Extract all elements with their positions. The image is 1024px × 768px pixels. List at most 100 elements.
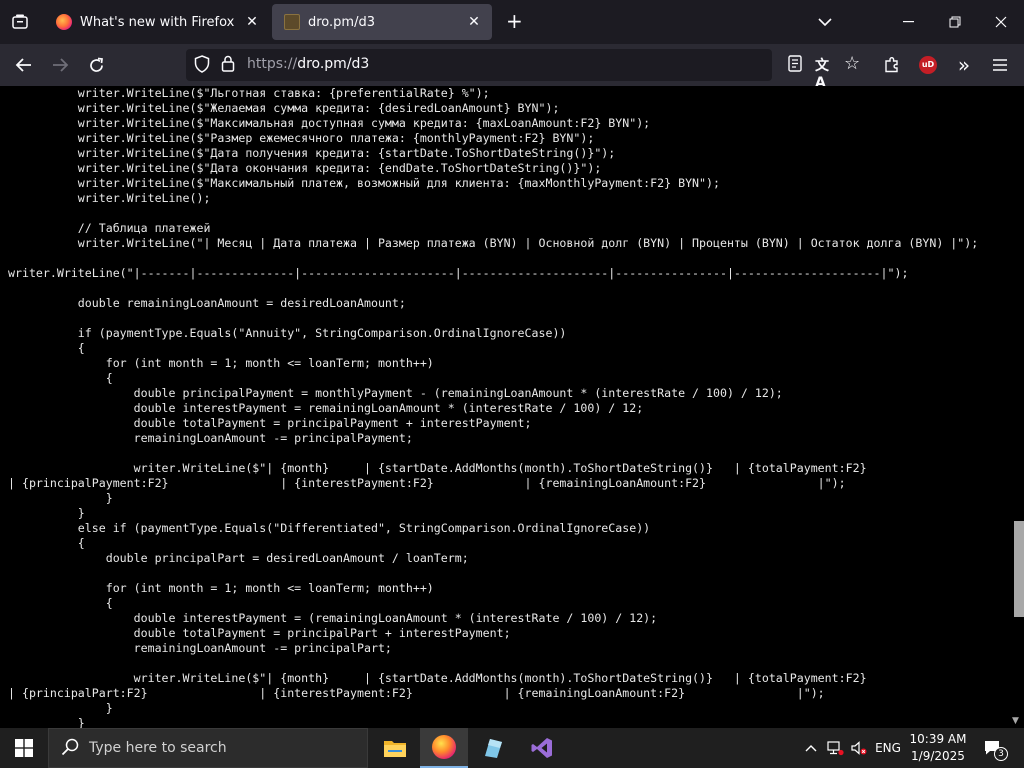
- code-line: {: [8, 536, 85, 550]
- code-line: | {principalPart:F2} | {interestPayment:…: [8, 686, 825, 700]
- network-icon[interactable]: [824, 728, 846, 768]
- code-line: remainingLoanAmount -= principalPayment;: [8, 431, 413, 445]
- search-icon: [61, 738, 79, 761]
- tab-whats-new[interactable]: What's new with Firefox ✕: [44, 4, 270, 40]
- code-line: | {principalPayment:F2} | {interestPayme…: [8, 476, 846, 490]
- navigation-toolbar: https://dro.pm/d3 文A ☆ uD »: [0, 44, 1024, 91]
- code-line: if (paymentType.Equals("Annuity", String…: [8, 326, 567, 340]
- show-hidden-icons-chevron-icon[interactable]: [800, 728, 822, 768]
- clock-date: 1/9/2025: [911, 749, 965, 763]
- code-line: // Таблица платежей: [8, 221, 211, 235]
- tab-title: dro.pm/d3: [308, 14, 375, 30]
- url-host: dro.pm/d3: [297, 56, 370, 72]
- extensions-puzzle-icon[interactable]: [877, 50, 907, 80]
- taskbar-clock[interactable]: 10:39 AM 1/9/2025: [906, 731, 970, 765]
- code-line: }: [8, 701, 113, 715]
- language-indicator[interactable]: ENG: [872, 728, 904, 768]
- code-line: writer.WriteLine("| Месяц | Дата платежа…: [8, 236, 979, 250]
- list-all-tabs-icon[interactable]: [818, 14, 832, 30]
- bookmark-star-icon[interactable]: ☆: [844, 53, 860, 74]
- code-line: double principalPayment = monthlyPayment…: [8, 386, 783, 400]
- clock-time: 10:39 AM: [909, 732, 967, 746]
- code-line: remainingLoanAmount -= principalPart;: [8, 641, 392, 655]
- code-line: writer.WriteLine();: [8, 191, 211, 205]
- tracking-protection-shield-icon[interactable]: [194, 55, 210, 77]
- reader-view-icon[interactable]: [788, 55, 802, 76]
- restore-button[interactable]: [932, 0, 978, 44]
- code-line: double totalPayment = principalPart + in…: [8, 626, 511, 640]
- tab-dro-pm[interactable]: dro.pm/d3 ✕: [272, 4, 492, 40]
- lock-icon[interactable]: [221, 55, 235, 76]
- windows-taskbar: Type here to search ENG 10:39 AM 1/9/202…: [0, 728, 1024, 768]
- new-tab-button[interactable]: +: [506, 11, 523, 31]
- code-line: writer.WriteLine($"| {month} | {startDat…: [8, 671, 867, 685]
- code-line: {: [8, 371, 113, 385]
- code-line: writer.WriteLine($"Максимальный платеж, …: [8, 176, 720, 190]
- taskbar-search-box[interactable]: Type here to search: [48, 728, 368, 768]
- file-explorer-taskbar-icon[interactable]: [371, 728, 419, 768]
- code-line: double totalPayment = principalPayment +…: [8, 416, 532, 430]
- code-line: writer.WriteLine($"Дата окончания кредит…: [8, 161, 602, 175]
- url-scheme: https://: [247, 56, 298, 72]
- code-line: }: [8, 716, 85, 728]
- close-tab-icon[interactable]: ✕: [240, 14, 264, 30]
- page-content: writer.WriteLine($"Льготная ставка: {pre…: [0, 86, 1024, 728]
- code-line: writer.WriteLine($"Максимальная доступна…: [8, 116, 651, 130]
- ublock-badge: uD: [919, 56, 937, 74]
- code-line: }: [8, 491, 113, 505]
- firefox-view-icon[interactable]: [11, 13, 29, 34]
- forward-button[interactable]: [45, 50, 75, 80]
- tab-title: What's new with Firefox: [80, 14, 235, 30]
- windows-logo-icon: [15, 739, 33, 757]
- firefox-taskbar-icon[interactable]: [420, 728, 468, 768]
- code-text: writer.WriteLine($"Льготная ставка: {pre…: [8, 86, 978, 728]
- close-window-button[interactable]: [978, 0, 1024, 44]
- code-line: }: [8, 506, 85, 520]
- start-button[interactable]: [0, 728, 48, 768]
- close-tab-icon[interactable]: ✕: [462, 14, 486, 30]
- ublock-extension-icon[interactable]: uD: [913, 50, 943, 80]
- code-line: writer.WriteLine("|-------|-------------…: [8, 266, 909, 280]
- code-line: writer.WriteLine($"Желаемая сумма кредит…: [8, 101, 560, 115]
- page-favicon-icon: [284, 14, 300, 30]
- code-line: writer.WriteLine($"| {month} | {startDat…: [8, 461, 867, 475]
- code-line: double interestPayment = remainingLoanAm…: [8, 401, 644, 415]
- notification-count-badge: 3: [994, 747, 1008, 761]
- browser-tab-bar: What's new with Firefox ✕ dro.pm/d3 ✕ +: [0, 0, 1024, 44]
- code-line: double principalPart = desiredLoanAmount…: [8, 551, 469, 565]
- code-line: double remainingLoanAmount = desiredLoan…: [8, 296, 406, 310]
- hamburger-menu-icon[interactable]: [985, 50, 1015, 80]
- code-line: writer.WriteLine($"Размер ежемесячного п…: [8, 131, 595, 145]
- code-line: for (int month = 1; month <= loanTerm; m…: [8, 581, 434, 595]
- firefox-favicon-icon: [56, 14, 72, 30]
- code-line: double interestPayment = (remainingLoanA…: [8, 611, 658, 625]
- vertical-scrollbar[interactable]: ▼: [1008, 86, 1024, 728]
- notification-center-button[interactable]: 3: [978, 728, 1008, 768]
- app-taskbar-icon[interactable]: [469, 728, 517, 768]
- code-line: {: [8, 341, 85, 355]
- overflow-chevron-icon[interactable]: »: [949, 50, 979, 80]
- firefox-logo-icon: [432, 735, 456, 759]
- search-placeholder: Type here to search: [89, 740, 227, 756]
- url-text[interactable]: https://dro.pm/d3: [247, 56, 369, 72]
- code-line: writer.WriteLine($"Льготная ставка: {pre…: [8, 86, 490, 100]
- volume-muted-icon[interactable]: [848, 728, 870, 768]
- code-line: writer.WriteLine($"Дата получения кредит…: [8, 146, 616, 160]
- scroll-down-arrow-icon[interactable]: ▼: [1012, 716, 1019, 726]
- code-line: {: [8, 596, 113, 610]
- minimize-button[interactable]: [886, 0, 932, 44]
- scrollbar-thumb[interactable]: [1014, 521, 1024, 617]
- code-line: for (int month = 1; month <= loanTerm; m…: [8, 356, 434, 370]
- back-button[interactable]: [9, 50, 39, 80]
- reload-button[interactable]: [81, 50, 111, 80]
- visual-studio-taskbar-icon[interactable]: [518, 728, 566, 768]
- code-line: else if (paymentType.Equals("Differentia…: [8, 521, 651, 535]
- url-bar[interactable]: https://dro.pm/d3 文A ☆: [186, 49, 860, 91]
